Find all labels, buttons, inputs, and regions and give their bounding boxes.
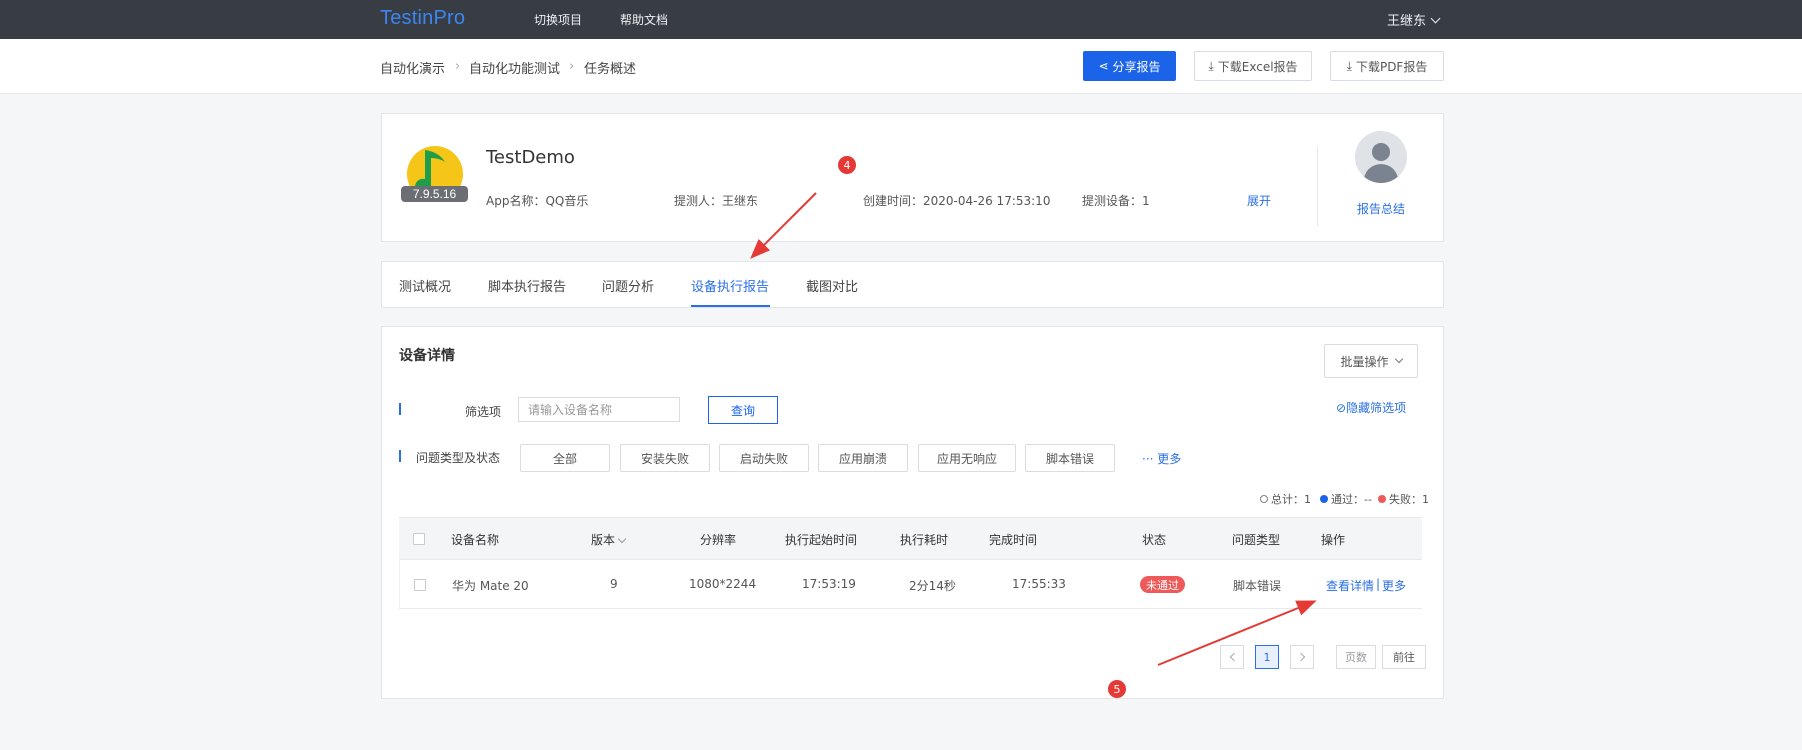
annotation-arrows [750,192,1317,666]
annotation-badge-4: 4 [838,156,856,174]
annotation-arrow-4 [750,192,817,259]
annotation-arrow-5 [1157,600,1317,666]
annotation-badge-5: 5 [1108,680,1126,698]
